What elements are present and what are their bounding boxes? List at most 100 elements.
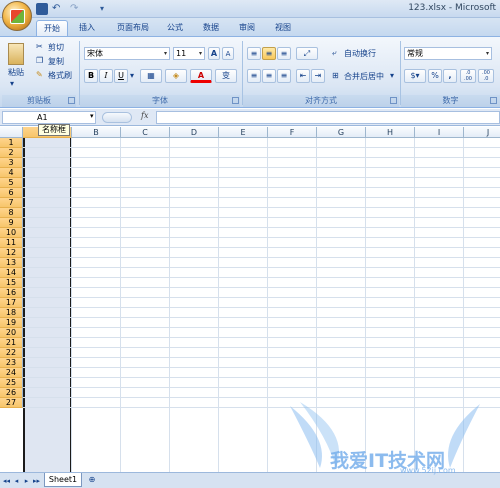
save-icon[interactable] [36, 3, 48, 15]
column-header[interactable]: D [170, 127, 219, 138]
insert-sheet-icon[interactable]: ⊕ [84, 474, 100, 486]
grow-font-button[interactable]: A [208, 47, 220, 60]
column-header[interactable]: H [366, 127, 415, 138]
merge-center-button[interactable]: 合并后居中 [344, 71, 384, 82]
align-center-icon[interactable]: ≡ [262, 69, 276, 83]
shrink-font-button[interactable]: A [222, 47, 234, 60]
row-header[interactable]: 12 [0, 248, 23, 258]
undo-icon[interactable]: ↶ [52, 3, 64, 15]
column-header[interactable]: G [317, 127, 366, 138]
row-header[interactable]: 10 [0, 228, 23, 238]
cut-button[interactable]: 剪切 [48, 42, 64, 53]
row-header[interactable]: 8 [0, 208, 23, 218]
italic-button[interactable]: I [99, 69, 113, 83]
decrease-indent-icon[interactable]: ⇤ [296, 69, 310, 83]
row-header[interactable]: 13 [0, 258, 23, 268]
name-box[interactable]: A1 [2, 111, 96, 124]
row-header[interactable]: 25 [0, 378, 23, 388]
customize-qat-icon[interactable]: ▾ [100, 3, 112, 15]
row-header[interactable]: 3 [0, 158, 23, 168]
borders-button[interactable]: ▦ [140, 69, 162, 83]
tab-insert[interactable]: 插入 [72, 20, 102, 36]
number-format-select[interactable]: 常规 ▾ [404, 47, 492, 60]
formula-bar-resizer[interactable] [102, 112, 132, 123]
align-bottom-icon[interactable]: ≡ [277, 47, 291, 60]
first-sheet-icon[interactable]: ◂◂ [2, 476, 11, 486]
row-header[interactable]: 14 [0, 268, 23, 278]
formula-input[interactable] [156, 111, 500, 124]
column-header[interactable]: I [415, 127, 464, 138]
underline-button[interactable]: U [114, 69, 128, 83]
row-header[interactable]: 6 [0, 188, 23, 198]
phonetic-button[interactable]: 变 [215, 69, 237, 83]
fill-color-button[interactable]: ◈ [165, 69, 187, 83]
merge-dropdown-icon[interactable]: ▾ [390, 71, 394, 80]
font-launcher-icon[interactable] [232, 97, 239, 104]
row-header[interactable]: 18 [0, 308, 23, 318]
tab-formulas[interactable]: 公式 [160, 20, 190, 36]
underline-dropdown-icon[interactable]: ▾ [130, 71, 134, 80]
column-header[interactable]: E [219, 127, 268, 138]
orientation-icon[interactable]: ⤢ [296, 47, 318, 60]
row-header[interactable]: 9 [0, 218, 23, 228]
tab-review[interactable]: 审阅 [232, 20, 262, 36]
next-sheet-icon[interactable]: ▸ [22, 476, 31, 486]
row-header[interactable]: 7 [0, 198, 23, 208]
alignment-launcher-icon[interactable] [390, 97, 397, 104]
row-header[interactable]: 17 [0, 298, 23, 308]
row-header[interactable]: 5 [0, 178, 23, 188]
row-header[interactable]: 16 [0, 288, 23, 298]
paste-icon[interactable] [8, 43, 24, 65]
row-header[interactable]: 20 [0, 328, 23, 338]
currency-button[interactable]: $▾ [404, 69, 426, 83]
number-launcher-icon[interactable] [490, 97, 497, 104]
row-header[interactable]: 2 [0, 148, 23, 158]
row-header[interactable]: 21 [0, 338, 23, 348]
clipboard-launcher-icon[interactable] [68, 97, 75, 104]
office-button[interactable] [2, 1, 32, 31]
row-header[interactable]: 15 [0, 278, 23, 288]
align-left-icon[interactable]: ≡ [247, 69, 261, 83]
tab-view[interactable]: 视图 [268, 20, 298, 36]
select-all-corner[interactable] [0, 127, 23, 138]
column-header[interactable]: F [268, 127, 317, 138]
row-header[interactable]: 24 [0, 368, 23, 378]
font-color-button[interactable]: A [190, 69, 212, 83]
align-right-icon[interactable]: ≡ [277, 69, 291, 83]
tab-page-layout[interactable]: 页面布局 [108, 20, 158, 36]
sheet-tab-sheet1[interactable]: Sheet1 [44, 473, 82, 487]
redo-icon[interactable]: ↷ [70, 3, 82, 15]
paste-dropdown-icon[interactable]: ▾ [10, 79, 14, 88]
percent-button[interactable]: % [428, 69, 442, 83]
last-sheet-icon[interactable]: ▸▸ [32, 476, 41, 486]
row-header[interactable]: 22 [0, 348, 23, 358]
font-name-select[interactable]: 宋体 ▾ [84, 47, 170, 60]
increase-decimal-button[interactable]: .0 .00 [460, 69, 476, 83]
row-header[interactable]: 23 [0, 358, 23, 368]
row-header[interactable]: 26 [0, 388, 23, 398]
format-painter-button[interactable]: 格式刷 [48, 70, 72, 81]
prev-sheet-icon[interactable]: ◂ [12, 476, 21, 486]
align-middle-icon[interactable]: ≡ [262, 47, 276, 60]
column-header[interactable]: C [121, 127, 170, 138]
insert-function-icon[interactable]: fx [141, 111, 148, 120]
paste-button[interactable]: 粘贴 [8, 67, 24, 78]
row-header[interactable]: 1 [0, 138, 23, 148]
copy-button[interactable]: 复制 [48, 56, 64, 67]
increase-indent-icon[interactable]: ⇥ [311, 69, 325, 83]
name-box-dropdown-icon[interactable]: ▾ [90, 112, 94, 120]
decrease-decimal-button[interactable]: .00 .0 [478, 69, 494, 83]
wrap-text-button[interactable]: 自动换行 [344, 48, 376, 59]
row-header[interactable]: 11 [0, 238, 23, 248]
align-top-icon[interactable]: ≡ [247, 47, 261, 60]
tab-data[interactable]: 数据 [196, 20, 226, 36]
tab-home[interactable]: 开始 [36, 20, 68, 36]
column-header[interactable]: B [72, 127, 121, 138]
bold-button[interactable]: B [84, 69, 98, 83]
row-header[interactable]: 4 [0, 168, 23, 178]
comma-button[interactable]: , [443, 69, 457, 83]
row-header[interactable]: 27 [0, 398, 23, 408]
font-size-select[interactable]: 11 ▾ [173, 47, 205, 60]
column-header[interactable]: J [464, 127, 500, 138]
row-header[interactable]: 19 [0, 318, 23, 328]
